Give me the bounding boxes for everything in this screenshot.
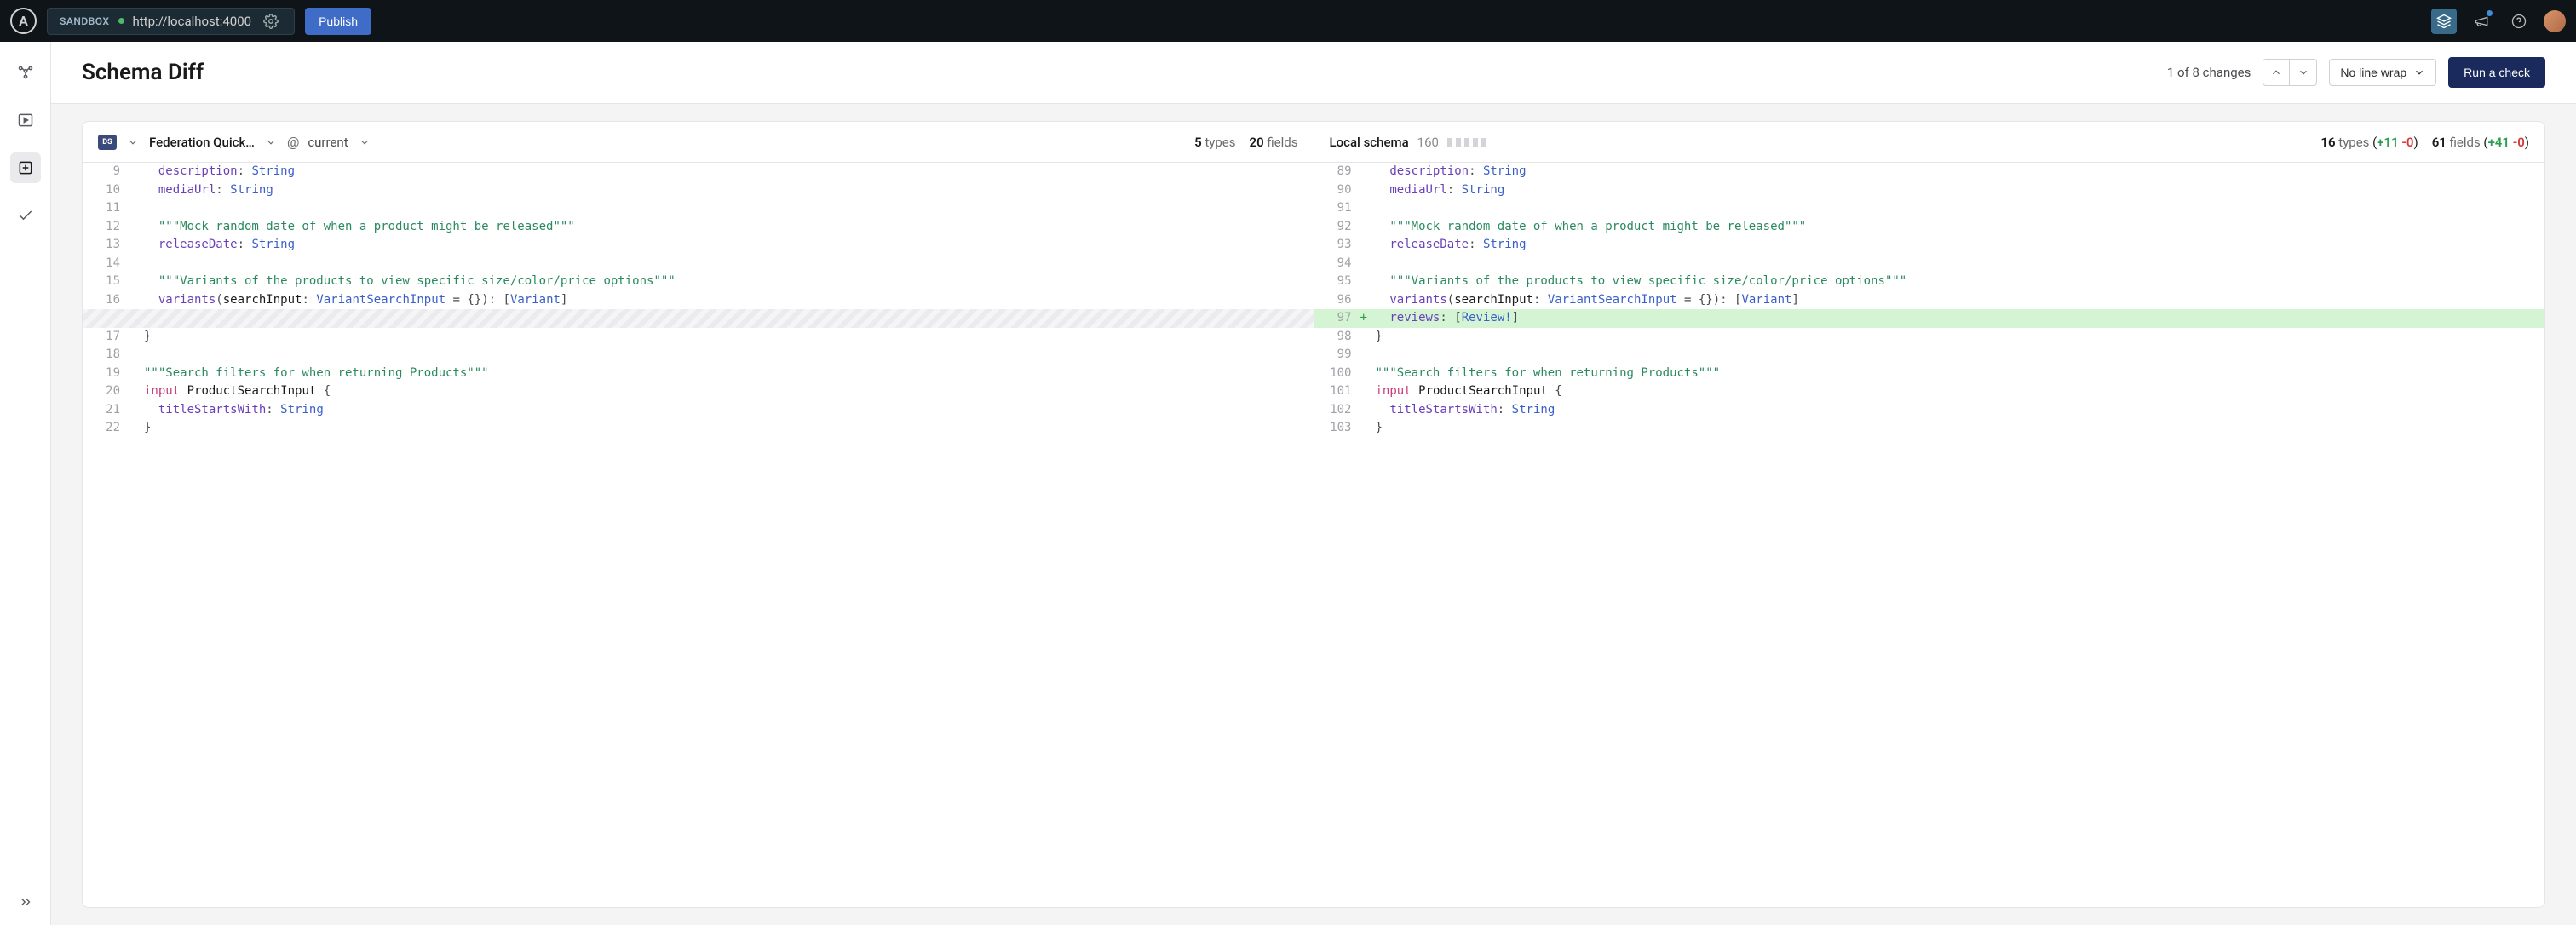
code-row: 89 description: String [1314, 163, 2545, 181]
code-row: 17} [83, 328, 1314, 347]
local-schema-title: Local schema [1330, 135, 1409, 150]
chevron-down-icon [2413, 66, 2425, 78]
diff-right-column: Local schema 160 16 types (+11 -0) 61 fi… [1314, 122, 2545, 907]
code-row: 19"""Search filters for when returning P… [83, 365, 1314, 383]
code-row: 92 """Mock random date of when a product… [1314, 218, 2545, 237]
sandbox-url-bar[interactable]: SANDBOX http://localhost:4000 [47, 8, 295, 35]
play-panel-icon[interactable] [10, 105, 41, 135]
code-row: 101input ProductSearchInput { [1314, 382, 2545, 401]
expand-icon[interactable] [10, 894, 41, 925]
code-row: 22} [83, 419, 1314, 438]
code-row: 15 """Variants of the products to view s… [83, 273, 1314, 291]
app-logo[interactable]: A [10, 8, 37, 34]
at-symbol: @ [287, 134, 299, 150]
code-row: 99 [1314, 346, 2545, 365]
code-row: 9 description: String [83, 163, 1314, 181]
code-row: 90 mediaUrl: String [1314, 181, 2545, 200]
code-row: 94 [1314, 255, 2545, 273]
prev-change-button[interactable] [2263, 59, 2290, 86]
code-row: 21 titleStartsWith: String [83, 401, 1314, 420]
code-row: 97+ reviews: [Review!] [1314, 309, 2545, 328]
graph-name: Federation Quick… [149, 135, 255, 150]
local-line-count: 160 [1417, 135, 1439, 150]
code-row: 103} [1314, 419, 2545, 438]
left-code-area[interactable]: 9 description: String10 mediaUrl: String… [83, 163, 1314, 907]
next-change-button[interactable] [2290, 59, 2317, 86]
diff-panel-icon[interactable] [10, 152, 41, 183]
loading-icon [1447, 138, 1486, 147]
line-wrap-select[interactable]: No line wrap [2329, 59, 2436, 86]
gear-icon[interactable] [260, 10, 282, 32]
code-row: 96 variants(searchInput: VariantSearchIn… [1314, 291, 2545, 310]
publish-button[interactable]: Publish [305, 8, 371, 35]
changes-count: 1 of 8 changes [2167, 65, 2251, 80]
page-header: Schema Diff 1 of 8 changes No line wrap … [51, 42, 2576, 104]
notification-dot-icon [2487, 10, 2493, 16]
change-nav [2263, 59, 2317, 86]
code-row: 14 [83, 255, 1314, 273]
help-icon[interactable] [2506, 9, 2532, 34]
code-row: 20input ProductSearchInput { [83, 382, 1314, 401]
code-row: 18 [83, 346, 1314, 365]
code-row: 98} [1314, 328, 2545, 347]
variant-name: current [308, 135, 348, 150]
ds-badge: DS [98, 135, 117, 150]
graph-icon[interactable] [10, 57, 41, 88]
code-row: 12 """Mock random date of when a product… [83, 218, 1314, 237]
sandbox-label: SANDBOX [60, 15, 110, 27]
code-row: 11 [83, 199, 1314, 218]
top-bar: A SANDBOX http://localhost:4000 Publish [0, 0, 2576, 42]
code-row: 102 titleStartsWith: String [1314, 401, 2545, 420]
code-row: 16 variants(searchInput: VariantSearchIn… [83, 291, 1314, 310]
megaphone-icon[interactable] [2469, 9, 2494, 34]
code-row: 100"""Search filters for when returning … [1314, 365, 2545, 383]
check-icon[interactable] [10, 200, 41, 231]
variant-selector[interactable] [357, 135, 372, 150]
right-code-area[interactable]: 89 description: String90 mediaUrl: Strin… [1314, 163, 2545, 907]
diff-left-column: DS Federation Quick… @ current 5 types 2… [83, 122, 1314, 907]
left-rail [0, 42, 51, 925]
status-dot-icon [118, 18, 124, 24]
endpoint-url: http://localhost:4000 [133, 14, 252, 29]
page-title: Schema Diff [82, 60, 204, 85]
layers-icon[interactable] [2431, 9, 2457, 34]
code-row: 95 """Variants of the products to view s… [1314, 273, 2545, 291]
diff-container: DS Federation Quick… @ current 5 types 2… [82, 121, 2545, 908]
source-selector[interactable] [125, 135, 141, 150]
code-row: 10 mediaUrl: String [83, 181, 1314, 200]
code-row: 13 releaseDate: String [83, 236, 1314, 255]
diff-gap-row [83, 309, 1314, 328]
run-check-button[interactable]: Run a check [2448, 57, 2545, 88]
code-row: 91 [1314, 199, 2545, 218]
user-avatar[interactable] [2544, 10, 2566, 32]
code-row: 93 releaseDate: String [1314, 236, 2545, 255]
graph-selector[interactable] [263, 135, 279, 150]
